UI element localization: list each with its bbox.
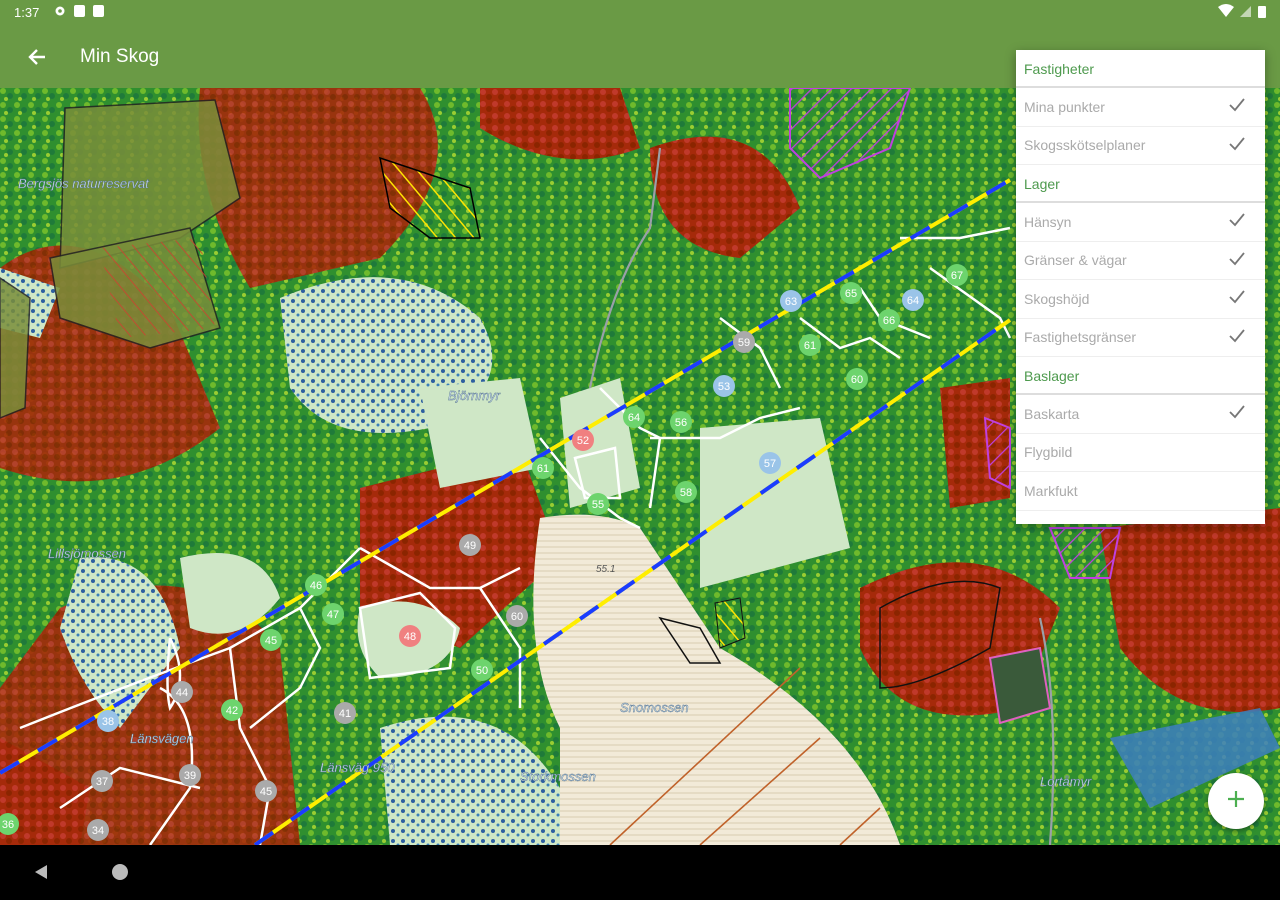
checkmark-icon: [1227, 210, 1247, 233]
stand-label[interactable]: 39: [184, 770, 196, 782]
menu-item-skogsskotselplaner[interactable]: Skogsskötselplaner: [1016, 127, 1265, 165]
place-name: Länsväg 950: [320, 760, 395, 775]
menu-item-hansyn[interactable]: Hänsyn: [1016, 203, 1265, 242]
stand-label[interactable]: 41: [339, 708, 351, 720]
place-name: Länsvägen: [130, 731, 194, 746]
place-name: Lillsjömossen: [48, 546, 126, 561]
stand-label[interactable]: 66: [883, 315, 895, 327]
menu-item-label: Fastighetsgränser: [1024, 329, 1137, 346]
stand-label[interactable]: 52: [577, 435, 589, 447]
menu-item-label: Markfukt: [1024, 482, 1078, 499]
navigation-bar: [0, 845, 1280, 900]
stand-label[interactable]: 36: [2, 819, 14, 831]
stand-label[interactable]: 34: [92, 825, 104, 837]
stand-label[interactable]: 45: [265, 635, 277, 647]
menu-item-label: Gränser & vägar: [1024, 252, 1127, 269]
stand-label[interactable]: 67: [951, 270, 963, 282]
stand-label[interactable]: 50: [476, 665, 488, 677]
stand-label[interactable]: 61: [804, 340, 816, 352]
stand-label[interactable]: 60: [851, 374, 863, 386]
place-name: Lortåmyr: [1040, 774, 1092, 789]
place-name: Bergsjös naturreservat: [18, 176, 150, 191]
stand-label[interactable]: 56: [675, 417, 687, 429]
layers-menu: Fastigheter Mina punkter Skogsskötselpla…: [1016, 50, 1265, 524]
battery-icon: [1258, 4, 1266, 21]
gear-icon: [54, 5, 66, 20]
stand-label[interactable]: 58: [680, 487, 692, 499]
stand-label[interactable]: 44: [176, 687, 188, 699]
stand-label[interactable]: 64: [628, 412, 640, 424]
notification-icon: [74, 5, 85, 17]
stand-label[interactable]: 64: [907, 295, 919, 307]
stand-label[interactable]: 57: [764, 458, 776, 470]
menu-section-title: Baslager: [1016, 357, 1265, 395]
stand-label[interactable]: 53: [718, 381, 730, 393]
checkmark-icon: [1227, 134, 1247, 157]
stand-label[interactable]: 65: [845, 288, 857, 300]
page-title: Min Skog: [80, 46, 160, 67]
menu-item-label: Hänsyn: [1024, 213, 1072, 230]
place-name: 55.1: [596, 564, 615, 575]
stand-label[interactable]: 46: [310, 580, 322, 592]
stand-label[interactable]: 45: [260, 786, 272, 798]
stand-label[interactable]: 42: [226, 705, 238, 717]
sd-card-icon: [93, 5, 104, 17]
place-name: Snomossen: [620, 700, 689, 715]
menu-item-markfukt[interactable]: Markfukt: [1016, 472, 1265, 511]
stand-label[interactable]: 37: [96, 776, 108, 788]
menu-item-label: Flygbild: [1024, 444, 1073, 461]
menu-item-baskarta[interactable]: Baskarta: [1016, 395, 1265, 434]
menu-item-label: Skogsskötselplaner: [1024, 137, 1146, 154]
menu-item-label: Baskarta: [1024, 405, 1080, 422]
menu-item-label: Mina punkter: [1024, 98, 1105, 115]
menu-section-title: Lager: [1016, 165, 1265, 203]
plus-icon: [1226, 789, 1246, 814]
checkmark-icon: [1227, 402, 1247, 425]
menu-item-label: Skogshöjd: [1024, 290, 1090, 307]
stand-label[interactable]: 49: [464, 540, 476, 552]
add-button[interactable]: [1208, 773, 1264, 829]
circle-home-icon[interactable]: [112, 864, 128, 880]
menu-item-granser-vagar[interactable]: Gränser & vägar: [1016, 242, 1265, 280]
status-bar: 1:37: [0, 0, 1280, 26]
signal-icon: [1240, 4, 1252, 21]
stand-label[interactable]: 38: [102, 716, 114, 728]
checkmark-icon: [1227, 95, 1247, 118]
menu-item-flygbild[interactable]: Flygbild: [1016, 434, 1265, 472]
menu-item-mina-punkter[interactable]: Mina punkter: [1016, 88, 1265, 127]
stand-label[interactable]: 48: [404, 631, 416, 643]
menu-item-skogshojd[interactable]: Skogshöjd: [1016, 280, 1265, 319]
stand-label[interactable]: 55: [592, 499, 604, 511]
stand-label[interactable]: 60: [511, 611, 523, 623]
checkmark-icon: [1227, 326, 1247, 349]
checkmark-icon: [1227, 287, 1247, 310]
checkmark-icon: [1227, 249, 1247, 272]
wifi-icon: [1218, 4, 1234, 21]
place-name: Björnmyr: [448, 388, 501, 403]
stand-label[interactable]: 63: [785, 296, 797, 308]
stand-label[interactable]: 59: [738, 337, 750, 349]
status-time: 1:37: [14, 5, 40, 20]
menu-item-fastighetsgranser[interactable]: Fastighetsgränser: [1016, 319, 1265, 357]
menu-section-title: Fastigheter: [1016, 50, 1265, 88]
stand-label[interactable]: 47: [327, 609, 339, 621]
triangle-back-icon[interactable]: [32, 863, 50, 886]
place-name: Storkmossen: [520, 769, 596, 784]
stand-label[interactable]: 61: [537, 463, 549, 475]
arrow-left-icon[interactable]: [24, 44, 50, 70]
